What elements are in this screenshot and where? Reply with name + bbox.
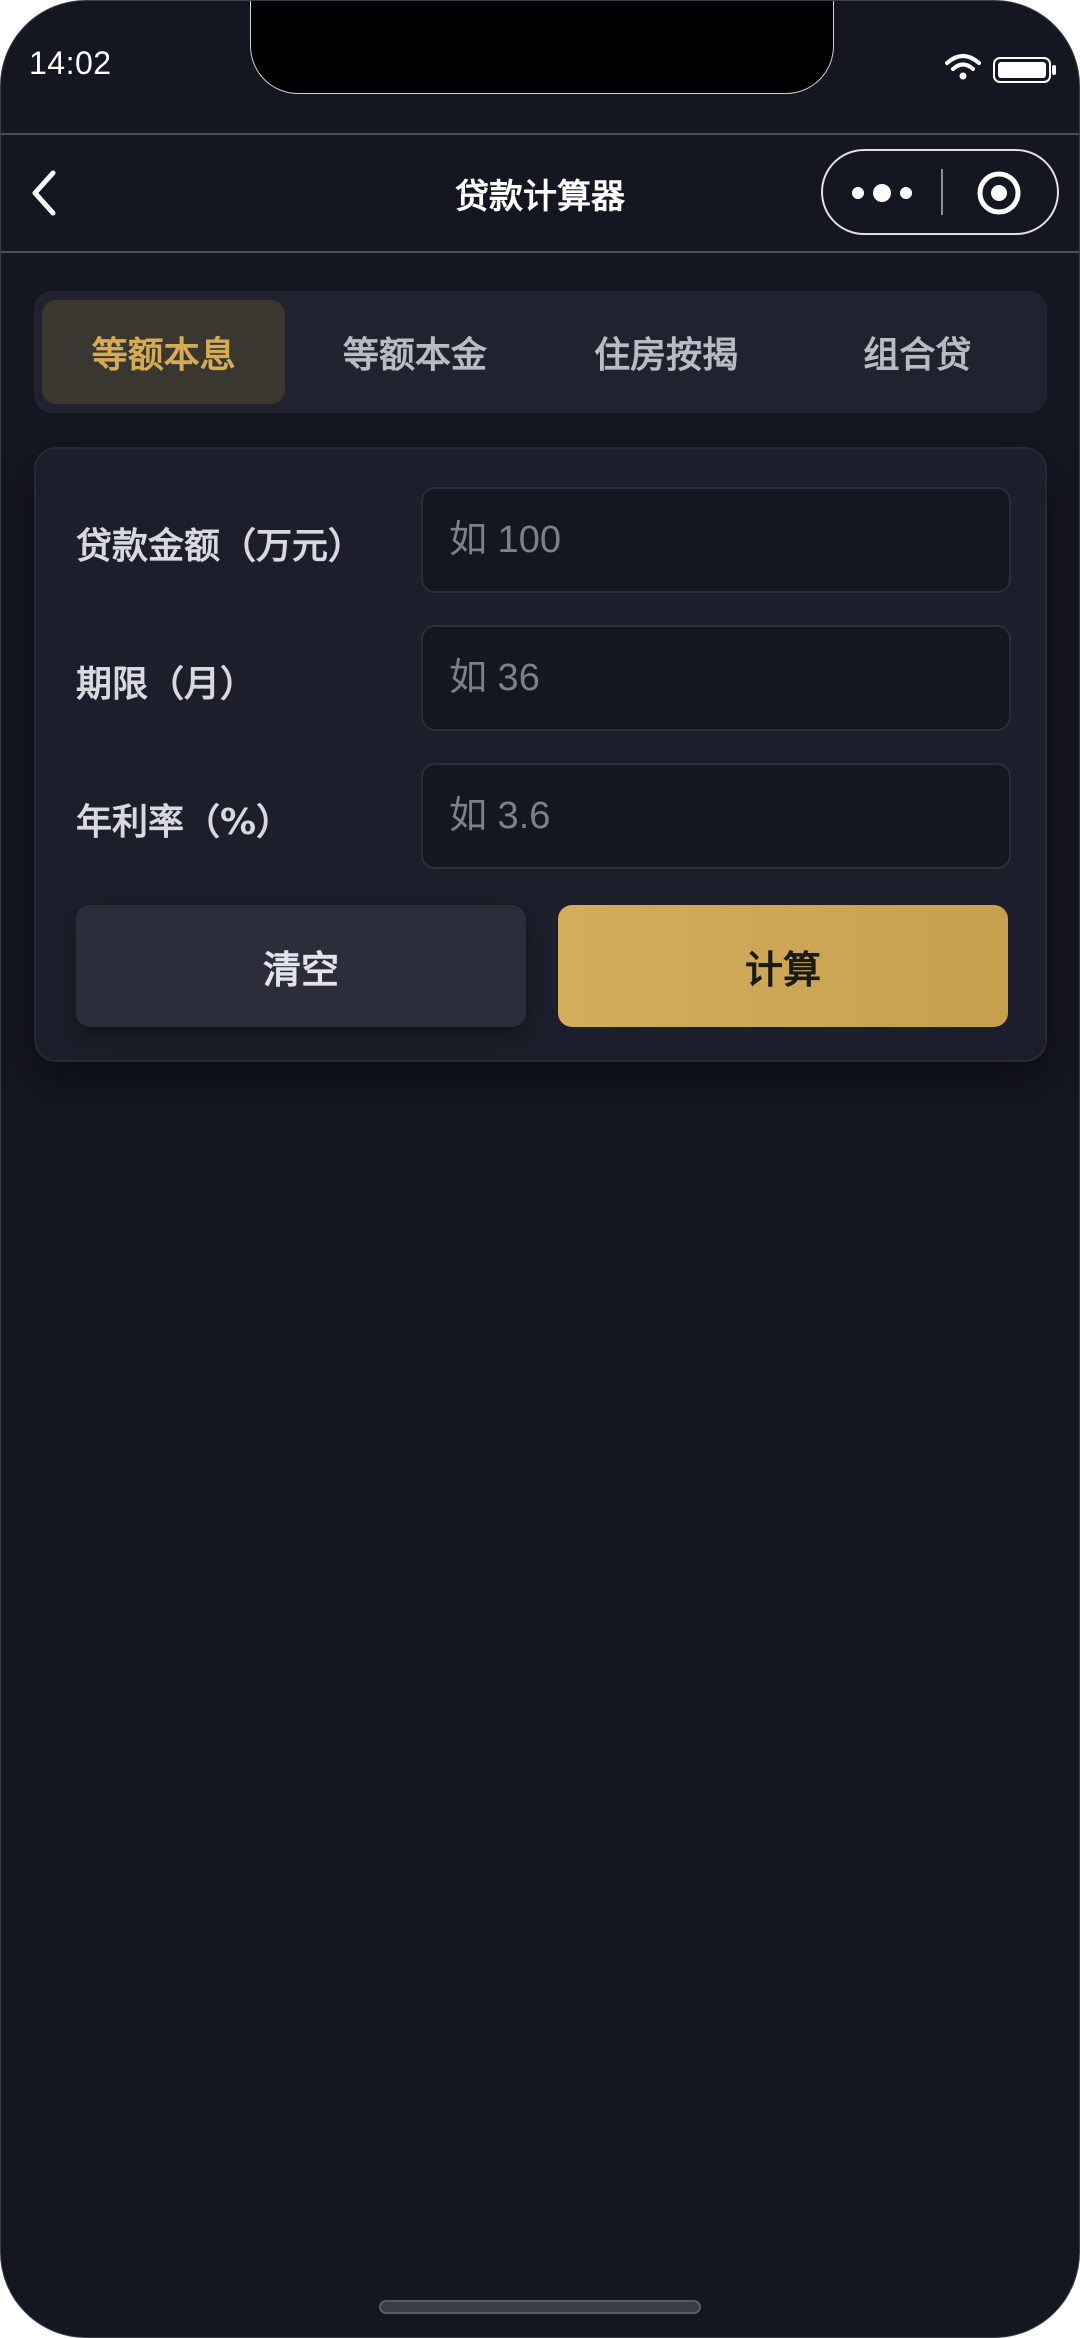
tab-combination-loan[interactable]: 组合贷 — [796, 300, 1039, 404]
capsule-divider — [941, 169, 943, 215]
term-row: 期限（月） — [36, 625, 1045, 731]
wifi-icon — [945, 54, 981, 80]
term-label: 期限（月） — [76, 664, 257, 705]
clear-button[interactable]: 清空 — [76, 905, 526, 1027]
close-icon[interactable] — [975, 169, 1023, 217]
nav-bar: 贷款计算器 — [1, 133, 1079, 253]
loan-amount-input[interactable] — [421, 487, 1011, 593]
more-icon[interactable] — [849, 177, 915, 209]
loan-amount-label: 贷款金额（万元） — [76, 526, 365, 567]
term-input[interactable] — [421, 625, 1011, 731]
notch — [250, 1, 834, 94]
status-time: 14:02 — [29, 45, 112, 81]
calculate-button[interactable]: 计算 — [558, 905, 1008, 1027]
rate-input[interactable] — [421, 763, 1011, 869]
rate-label: 年利率（%） — [76, 802, 293, 843]
battery-icon — [993, 57, 1056, 83]
loan-form-card: 贷款金额（万元） 期限（月） 年利率（%） 清空 计算 — [34, 447, 1047, 1062]
home-indicator[interactable] — [379, 2300, 701, 2314]
loan-type-tabs: 等额本息 等额本金 住房按揭 组合贷 — [34, 291, 1047, 413]
tab-mortgage[interactable]: 住房按揭 — [545, 300, 788, 404]
loan-amount-row: 贷款金额（万元） — [36, 487, 1045, 593]
tab-equal-installment[interactable]: 等额本息 — [42, 300, 286, 404]
mini-program-capsule — [821, 149, 1059, 235]
phone-frame: 14:02 贷款计算器 等额本息 等额本金 住房按揭 组合贷 贷款金额（万元） … — [0, 0, 1080, 2338]
tab-equal-principal[interactable]: 等额本金 — [293, 300, 536, 404]
rate-row: 年利率（%） — [36, 763, 1045, 869]
status-bar: 14:02 — [1, 1, 1079, 131]
